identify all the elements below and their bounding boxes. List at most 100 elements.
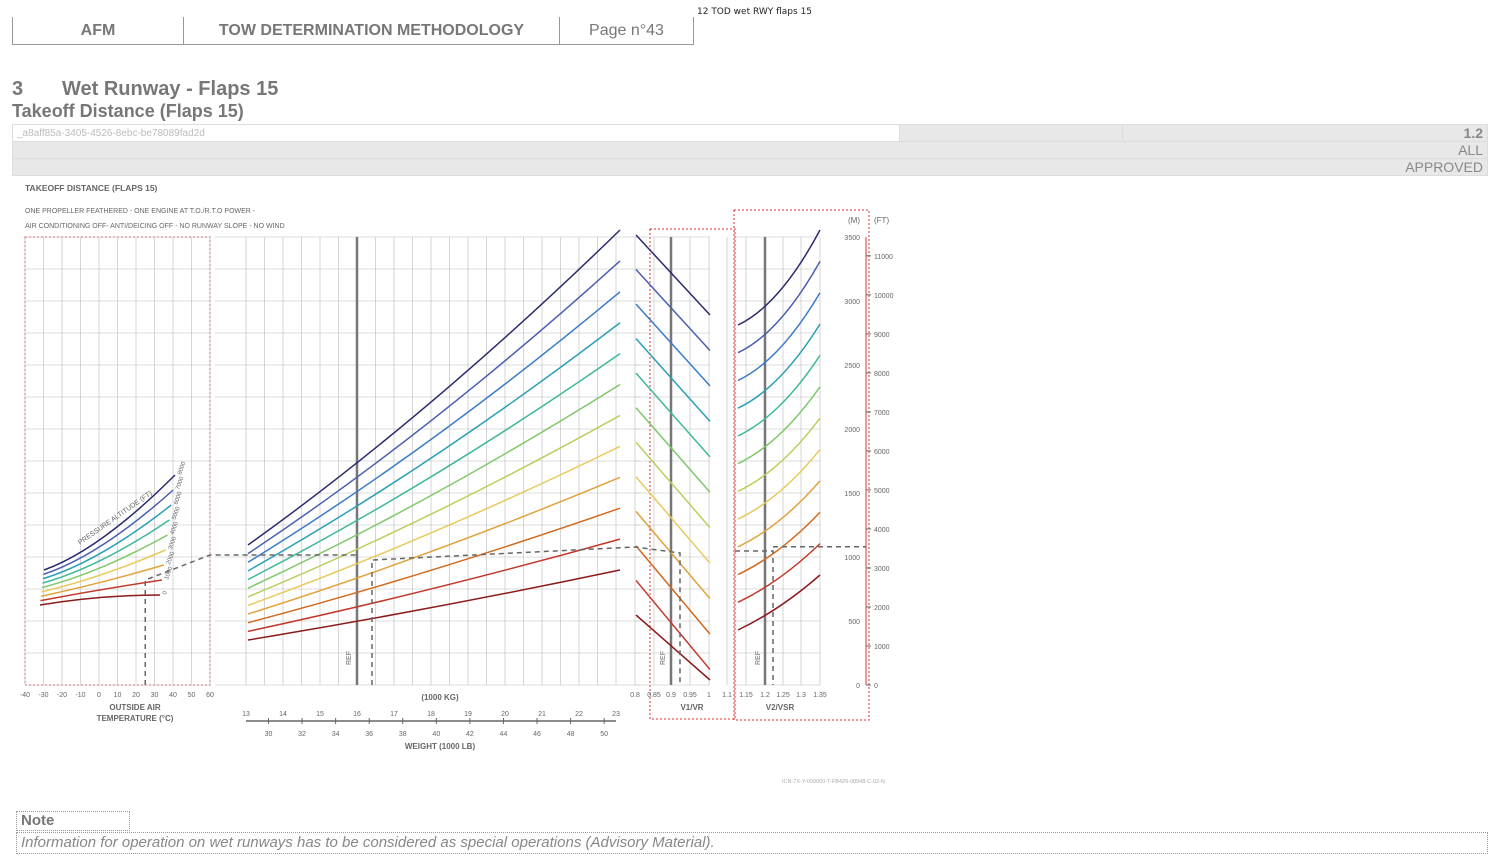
weight-kg-label: (1000 KG) [421,693,459,702]
v2vsr-label: V2/VSR [766,703,795,712]
oat-tick-label: 0 [97,692,101,699]
v2vsr-curve [737,574,821,631]
v1vr-curve [635,372,711,458]
oat-tick-label: 40 [169,692,177,699]
weight-lb-tick: 32 [298,731,306,738]
v2vsr-curve [737,229,821,326]
weight-kg-tick: 21 [538,711,546,718]
v2vsr-tick: 1.2 [760,692,770,699]
distance-ft-tick: 7000 [874,410,890,417]
distance-m-tick: 3500 [844,235,860,242]
weight-kg-tick: 19 [464,711,472,718]
pressure-altitude-curve [39,594,161,606]
distance-ft-tick: 0 [874,683,878,690]
v1vr-curve [635,510,711,600]
oat-tick-label: -20 [57,692,67,699]
chart-condition: AIR CONDITIONING OFF- ANTI/DEICING OFF -… [25,223,285,230]
distance-m-tick: 1500 [844,491,860,498]
oat-tick-label: 10 [114,692,122,699]
metadata-table: _a8aff85a-3405-4526-8ebc-be78089fad2d 1.… [12,124,1488,176]
v1vr-curve [635,441,711,529]
distance-m-tick: 2500 [844,363,860,370]
example-path [371,546,681,685]
weight-lb-tick: 46 [533,731,541,738]
weight-kg-tick: 13 [242,711,250,718]
chart-title: TAKEOFF DISTANCE (FLAPS 15) [25,183,158,193]
distance-m-tick: 3000 [844,299,860,306]
weight-lb-tick: 38 [399,731,407,738]
pressure-altitude-label: 2000 [166,550,176,565]
v2vsr-curve [737,323,821,409]
v2vsr-curve [737,386,821,465]
distance-ft-tick: 5000 [874,488,890,495]
v1vr-curve [635,476,711,564]
weight-lb-tick: 48 [567,731,575,738]
weight-lb-tick: 34 [332,731,340,738]
distance-ft-tick: 3000 [874,566,890,573]
distance-ft-tick: 6000 [874,449,890,456]
weight-curve [247,291,621,563]
v2vsr-curve [737,355,821,437]
v1vr-tick: 0.9 [666,692,676,699]
v2vsr-tick: 1.35 [813,692,827,699]
revision: 1.2 [1122,124,1488,142]
chart-curves [39,229,866,685]
v2vsr-tick: 1.15 [739,692,753,699]
weight-lb-tick: 42 [466,731,474,738]
ref-label: REF [755,651,762,665]
v2vsr-curve [737,480,821,548]
distance-ft-tick: 1000 [874,644,890,651]
pressure-altitude-label: 4000 [170,520,180,535]
oat-axis-label: OUTSIDE AIR [109,703,160,712]
chart-labels: -40 -30 -20 -10 0 10 20 30 40 50 60OUTSIDE AIRTEMP… [20,183,894,785]
weight-lb-tick: 40 [432,731,440,738]
weight-lb-tick: 44 [500,731,508,738]
weight-kg-tick: 15 [316,711,324,718]
distance-ft-tick: 10000 [874,293,894,300]
weight-kg-tick: 22 [575,711,583,718]
document-title: 12 TOD wet RWY flaps 15 [697,7,813,17]
v1vr-tick: 0.8 [630,692,640,699]
example-path [144,554,357,685]
pressure-altitude-label: 8000 [177,460,187,475]
note-heading: Note [16,811,130,831]
weight-curve [247,229,621,546]
oat-axis-label: TEMPERATURE (°C) [97,714,174,723]
weight-kg-tick: 17 [390,711,398,718]
distance-ft-tick: 8000 [874,371,890,378]
takeoff-distance-chart: -40 -30 -20 -10 0 10 20 30 40 50 60OUTSIDE AIRTEMP… [20,183,894,785]
oat-tick-label: 30 [151,692,159,699]
distance-ft-tick: 11000 [874,254,893,261]
document-id: _a8aff85a-3405-4526-8ebc-be78089fad2d [12,124,900,142]
v2vsr-tick: 1.25 [776,692,790,699]
header-page: Page n°43 [589,21,664,39]
weight-lb-label: WEIGHT (1000 LB) [405,742,476,751]
weight-lb-tick: 50 [600,731,608,738]
v2vsr-curve [737,292,821,382]
v2vsr-curve [737,543,821,603]
status: APPROVED [12,158,1488,176]
distance-m-unit: (M) [848,216,860,225]
v1vr-label: V1/VR [680,703,703,712]
weight-kg-tick: 18 [427,711,435,718]
distance-ft-unit: (FT) [874,216,889,225]
weight-lb-tick: 30 [265,731,273,738]
example-path [735,550,774,685]
section-number: 3 [12,78,24,100]
weight-curve [247,353,621,581]
pressure-altitude-label: 0 [162,590,169,596]
distance-m-tick: 1000 [844,555,860,562]
distance-ft-tick: 2000 [874,605,890,612]
ref-label: REF [660,651,667,665]
v2vsr-tick: 1.3 [796,692,806,699]
weight-curve [247,476,621,615]
distance-m-tick: 0 [856,683,860,690]
ref-label: REF [346,651,353,665]
header-afm: AFM [13,17,184,44]
v1vr-curve [635,303,711,387]
oat-tick-label: -10 [75,692,85,699]
v1vr-curve [635,407,711,493]
applicability: ALL [12,141,1488,159]
weight-curve [247,507,621,624]
chart-condition: ONE PROPELLER FEATHERED - ONE ENGINE AT … [25,208,256,215]
